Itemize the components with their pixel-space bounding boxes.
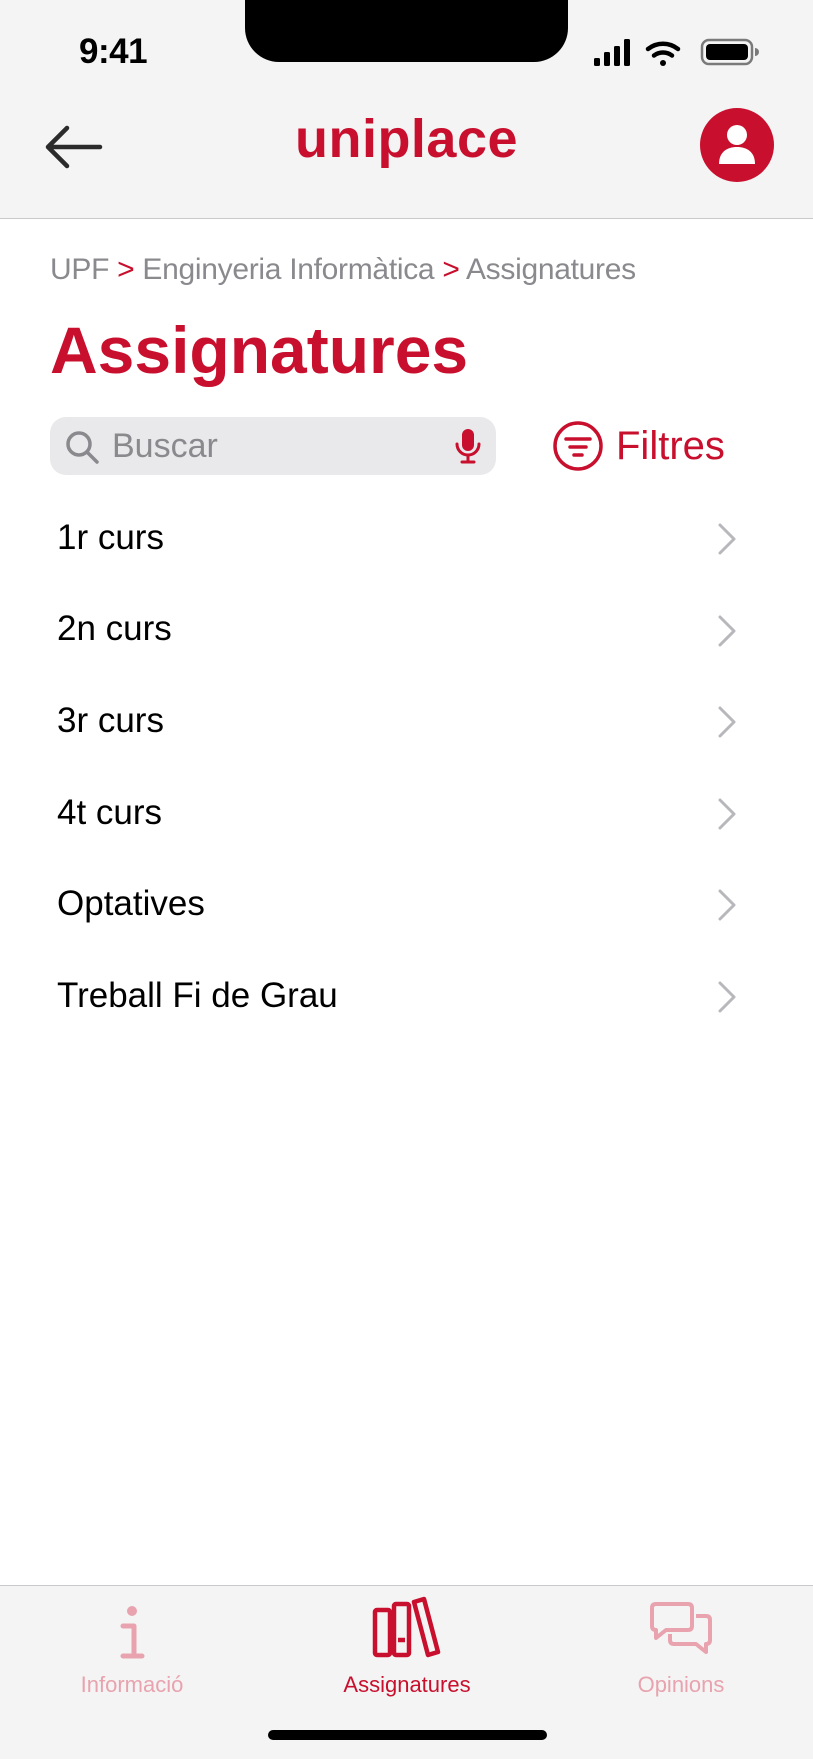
breadcrumb-separator: > bbox=[442, 253, 466, 286]
chevron-right-icon bbox=[718, 981, 736, 1013]
info-icon bbox=[120, 1606, 145, 1659]
list-item-label: 1r curs bbox=[57, 517, 164, 557]
home-indicator[interactable] bbox=[268, 1730, 547, 1740]
course-list: 1r curs 2n curs 3r curs 4t curs Optative… bbox=[0, 492, 813, 1042]
chevron-right-icon bbox=[718, 615, 736, 647]
status-icons bbox=[594, 38, 759, 66]
cellular-signal-icon bbox=[594, 39, 630, 66]
tab-label: Informació bbox=[80, 1672, 184, 1697]
app-title: uniplace bbox=[294, 109, 519, 169]
tab-opinions[interactable]: Opinions bbox=[581, 1586, 781, 1697]
chat-bubbles-icon bbox=[650, 1602, 712, 1654]
page-title: Assignatures bbox=[50, 313, 469, 387]
books-icon bbox=[372, 1596, 441, 1658]
status-time: 9:41 bbox=[79, 32, 148, 71]
chevron-right-icon bbox=[718, 798, 736, 830]
search-input[interactable] bbox=[112, 417, 432, 475]
list-item-label: Treball Fi de Grau bbox=[57, 975, 338, 1015]
breadcrumb: UPF > Enginyeria Informàtica > Assignatu… bbox=[50, 253, 636, 287]
filters-button[interactable]: Filtres bbox=[552, 418, 725, 474]
list-item-label: Optatives bbox=[57, 884, 205, 924]
tab-label: Assignatures bbox=[343, 1672, 471, 1697]
breadcrumb-item-degree[interactable]: Enginyeria Informàtica bbox=[142, 253, 434, 286]
list-item-1r-curs[interactable]: 1r curs bbox=[0, 492, 813, 584]
search-icon bbox=[66, 431, 99, 464]
list-item-2n-curs[interactable]: 2n curs bbox=[0, 584, 813, 676]
user-icon bbox=[719, 125, 755, 164]
list-item-treball-fi-de-grau[interactable]: Treball Fi de Grau bbox=[0, 950, 813, 1042]
list-item-label: 2n curs bbox=[57, 609, 172, 649]
tab-informacio[interactable]: Informació bbox=[32, 1586, 232, 1697]
list-item-label: 4t curs bbox=[57, 792, 163, 832]
list-item-3r-curs[interactable]: 3r curs bbox=[0, 675, 813, 767]
chevron-right-icon bbox=[718, 889, 736, 921]
tab-assignatures[interactable]: Assignatures bbox=[307, 1586, 507, 1697]
list-item-label: 3r curs bbox=[57, 700, 164, 740]
chevron-right-icon bbox=[718, 706, 736, 738]
battery-icon bbox=[700, 38, 759, 66]
top-bar: 9:41 uniplace bbox=[0, 0, 813, 219]
chevron-right-icon bbox=[718, 523, 736, 555]
tab-label: Opinions bbox=[637, 1672, 725, 1697]
wifi-icon bbox=[645, 41, 681, 66]
filters-label: Filtres bbox=[616, 423, 725, 468]
profile-button[interactable] bbox=[700, 108, 774, 182]
breadcrumb-item-upf[interactable]: UPF bbox=[50, 253, 109, 286]
breadcrumb-separator: > bbox=[117, 253, 143, 286]
list-item-optatives[interactable]: Optatives bbox=[0, 858, 813, 950]
device-notch bbox=[245, 0, 568, 62]
list-item-4t-curs[interactable]: 4t curs bbox=[0, 767, 813, 859]
filter-icon bbox=[553, 421, 603, 471]
search-bar[interactable] bbox=[50, 417, 496, 475]
breadcrumb-item-current: Assignatures bbox=[465, 253, 636, 286]
microphone-icon[interactable] bbox=[454, 427, 482, 465]
